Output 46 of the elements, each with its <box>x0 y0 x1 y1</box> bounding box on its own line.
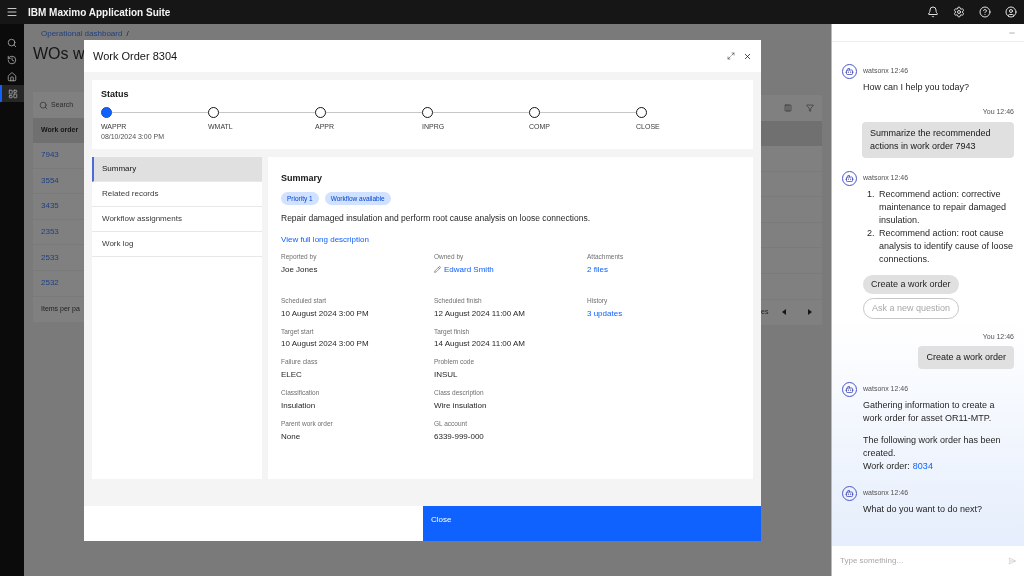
user-message: Summarize the recommended actions in work order 7943 <box>862 121 1014 158</box>
work-order-link[interactable]: 8034 <box>912 460 933 473</box>
field-value: Wire insulation <box>434 399 488 412</box>
close-icon[interactable] <box>743 51 752 61</box>
field-value: 14 August 2024 11:00 AM <box>434 338 527 351</box>
chat-input[interactable]: Type something... <box>840 555 1008 567</box>
message-text: Recommend action: root cause analysis to identify cause of loose connections. <box>879 226 1014 266</box>
message-text: Work order: <box>863 460 910 473</box>
dashboard-icon[interactable] <box>0 85 24 102</box>
suggestion-chip[interactable]: Create a work order <box>863 274 959 294</box>
field-value: Joe Jones <box>281 263 319 276</box>
message-text: Recommend action: corrective maintenance to repair damaged insulation. <box>879 187 1008 227</box>
long-description-link[interactable]: View full long description <box>281 234 369 246</box>
field-value: 6339-999-000 <box>434 430 485 443</box>
message-text: What do you want to do next? <box>863 503 984 516</box>
description-text: Repair damaged insulation and perform root cause analysis on loose connections. <box>281 212 592 225</box>
user-message: Create a work order <box>918 346 1014 369</box>
field-link[interactable]: 2 files <box>587 263 608 276</box>
modal-title: Work Order 8304 <box>93 48 178 64</box>
next-page-icon[interactable] <box>807 309 814 316</box>
field-value: Insulation <box>281 399 317 412</box>
search-icon <box>39 100 48 110</box>
owner-link[interactable]: Edward Smith <box>444 263 494 276</box>
field-value: None <box>281 430 302 443</box>
edit-icon[interactable] <box>434 266 441 274</box>
list-number: 1. <box>867 187 875 201</box>
app-title: IBM Maximo Application Suite <box>28 5 171 20</box>
message-text: The following work order has been created. <box>863 434 1002 460</box>
maximize-icon[interactable] <box>727 52 735 60</box>
message-text: How can I help you today? <box>863 81 971 94</box>
field-link[interactable]: 3 updates <box>587 307 623 320</box>
field-value: ELEC <box>281 369 303 381</box>
field-value: 12 August 2024 11:00 AM <box>434 307 527 320</box>
status-title: Status <box>101 88 130 101</box>
field-value: 10 August 2024 3:00 PM <box>281 307 370 320</box>
close-button[interactable]: Close <box>423 506 761 541</box>
breadcrumb-separator: / <box>126 28 129 40</box>
page-title: WOs w <box>33 44 84 64</box>
list-number: 2. <box>867 226 875 240</box>
summary-title: Summary <box>281 172 324 185</box>
message-text: Gathering information to create a work order for asset OR11-MTP. <box>863 399 996 425</box>
table-header-row <box>761 121 822 146</box>
field-value: 10 August 2024 3:00 PM <box>281 338 370 351</box>
field-value: INSUL <box>434 369 459 381</box>
nav-tab[interactable]: Summary <box>92 157 262 182</box>
previous-page-icon[interactable] <box>781 309 788 316</box>
